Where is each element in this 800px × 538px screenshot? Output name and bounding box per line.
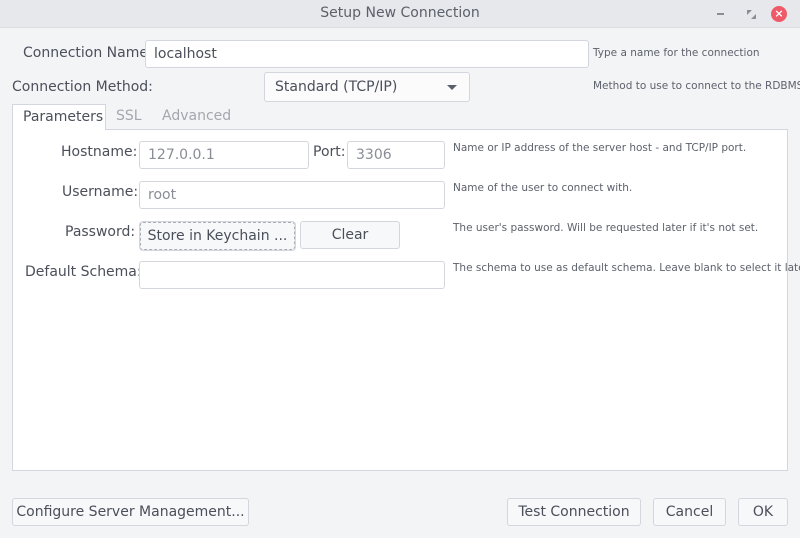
username-label: Username: [62,184,139,200]
default-schema-hint: The schema to use as default schema. Lea… [453,262,800,274]
minimize-button[interactable] [712,6,728,22]
chevron-down-icon [447,85,457,90]
tab-ssl[interactable]: SSL [106,104,152,130]
store-in-keychain-button[interactable]: Store in Keychain ... [139,221,296,251]
connection-name-label: Connection Name: [23,45,153,61]
hostname-hint: Name or IP address of the server host - … [453,142,747,154]
close-icon: × [771,6,787,22]
default-schema-input[interactable] [139,261,445,289]
maximize-button[interactable] [743,6,759,22]
minimize-icon [716,13,724,15]
tab-advanced[interactable]: Advanced [152,104,241,130]
connection-name-input[interactable]: localhost [145,40,589,68]
hostname-label: Hostname: [61,144,138,160]
hostname-input[interactable]: 127.0.0.1 [139,141,309,169]
ok-button[interactable]: OK [738,498,788,526]
username-input[interactable]: root [139,181,445,209]
maximize-icon [746,9,756,19]
clear-password-button[interactable]: Clear [300,221,400,249]
connection-method-hint: Method to use to connect to the RDBMS [593,80,800,92]
title-bar: Setup New Connection × [0,0,800,28]
password-hint: The user's password. Will be requested l… [453,222,759,234]
port-input[interactable]: 3306 [347,141,445,169]
connection-method-label: Connection Method: [12,79,153,95]
password-label: Password: [65,224,136,240]
tab-parameters[interactable]: Parameters [12,104,106,130]
connection-name-hint: Type a name for the connection [593,47,760,59]
port-label: Port: [313,144,346,160]
test-connection-button[interactable]: Test Connection [507,498,641,526]
window-title: Setup New Connection [320,5,480,21]
connection-method-select[interactable]: Standard (TCP/IP) [264,72,470,102]
configure-server-management-button[interactable]: Configure Server Management... [12,498,249,526]
close-button[interactable]: × [771,6,787,22]
connection-method-value: Standard (TCP/IP) [275,79,398,95]
username-hint: Name of the user to connect with. [453,182,633,194]
cancel-button[interactable]: Cancel [653,498,726,526]
default-schema-label: Default Schema: [25,264,142,280]
